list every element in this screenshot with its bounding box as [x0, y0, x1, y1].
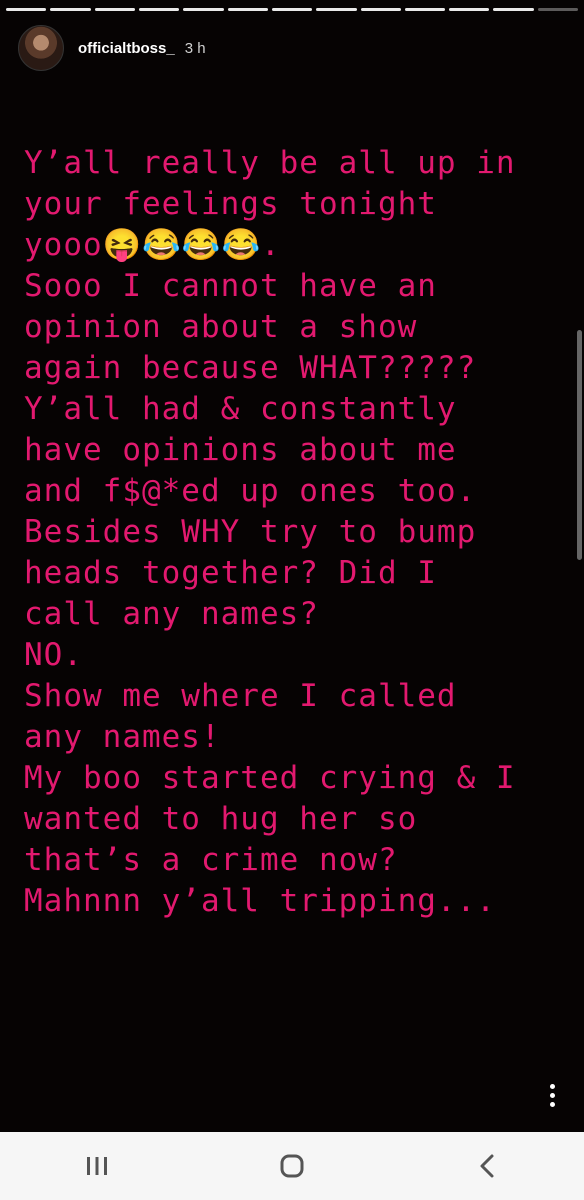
progress-segment	[50, 8, 91, 11]
story-text-line: any names!	[24, 719, 221, 755]
story-text-line: have opinions about me	[24, 432, 457, 468]
scrollbar[interactable]	[577, 330, 582, 560]
story-text-line: wanted to hug her so	[24, 801, 418, 837]
progress-segment	[138, 8, 180, 11]
back-icon	[480, 1154, 494, 1178]
story-text-line: Y’all had & constantly	[24, 391, 457, 427]
story-text-line: and f$@*ed up ones too.	[24, 473, 477, 509]
progress-segment	[316, 8, 357, 11]
back-button[interactable]	[457, 1136, 517, 1196]
story-timestamp: 3 h	[184, 39, 206, 57]
progress-segment	[360, 8, 401, 11]
progress-segment	[227, 8, 268, 11]
progress-segment	[183, 8, 224, 11]
story-header: officialtboss_ 3 h	[18, 24, 206, 72]
story-text-line: NO.	[24, 637, 83, 673]
story-progress-bar	[6, 8, 579, 11]
story-text-line: heads together? Did I	[24, 555, 437, 591]
progress-segment	[94, 8, 135, 11]
progress-segment	[449, 8, 490, 11]
story-text-line: your feelings tonight	[24, 186, 437, 222]
story-text-line: Mahnnn y’all tripping...	[24, 883, 496, 919]
story-viewer[interactable]: officialtboss_ 3 h Y’all really be all u…	[0, 0, 584, 1132]
progress-segment	[6, 8, 47, 11]
story-text: Y’all really be all up in your feelings …	[24, 143, 576, 922]
more-vertical-icon[interactable]	[550, 1084, 556, 1107]
progress-segment	[404, 8, 446, 11]
story-text-line: Sooo I cannot have an	[24, 268, 437, 304]
recents-icon	[87, 1157, 108, 1175]
system-navigation-bar	[0, 1132, 584, 1200]
story-text-line: Y’all really be all up in	[24, 145, 516, 181]
progress-segment	[271, 8, 313, 11]
recents-button[interactable]	[67, 1136, 127, 1196]
story-text-line: yooo😝😂😂😂.	[24, 227, 281, 263]
story-text-line: Show me where I called	[24, 678, 457, 714]
home-icon	[280, 1154, 304, 1178]
story-text-line: My boo started crying & I	[24, 760, 516, 796]
home-button[interactable]	[262, 1136, 322, 1196]
progress-segment	[493, 8, 534, 11]
avatar[interactable]	[18, 25, 64, 71]
username[interactable]: officialtboss_	[78, 40, 175, 57]
story-text-line: again because WHAT?????	[24, 350, 477, 386]
progress-segment	[537, 8, 579, 11]
story-text-line: Besides WHY try to bump	[24, 514, 477, 550]
story-text-line: that’s a crime now?	[24, 842, 398, 878]
story-text-line: call any names?	[24, 596, 319, 632]
story-text-line: opinion about a show	[24, 309, 418, 345]
